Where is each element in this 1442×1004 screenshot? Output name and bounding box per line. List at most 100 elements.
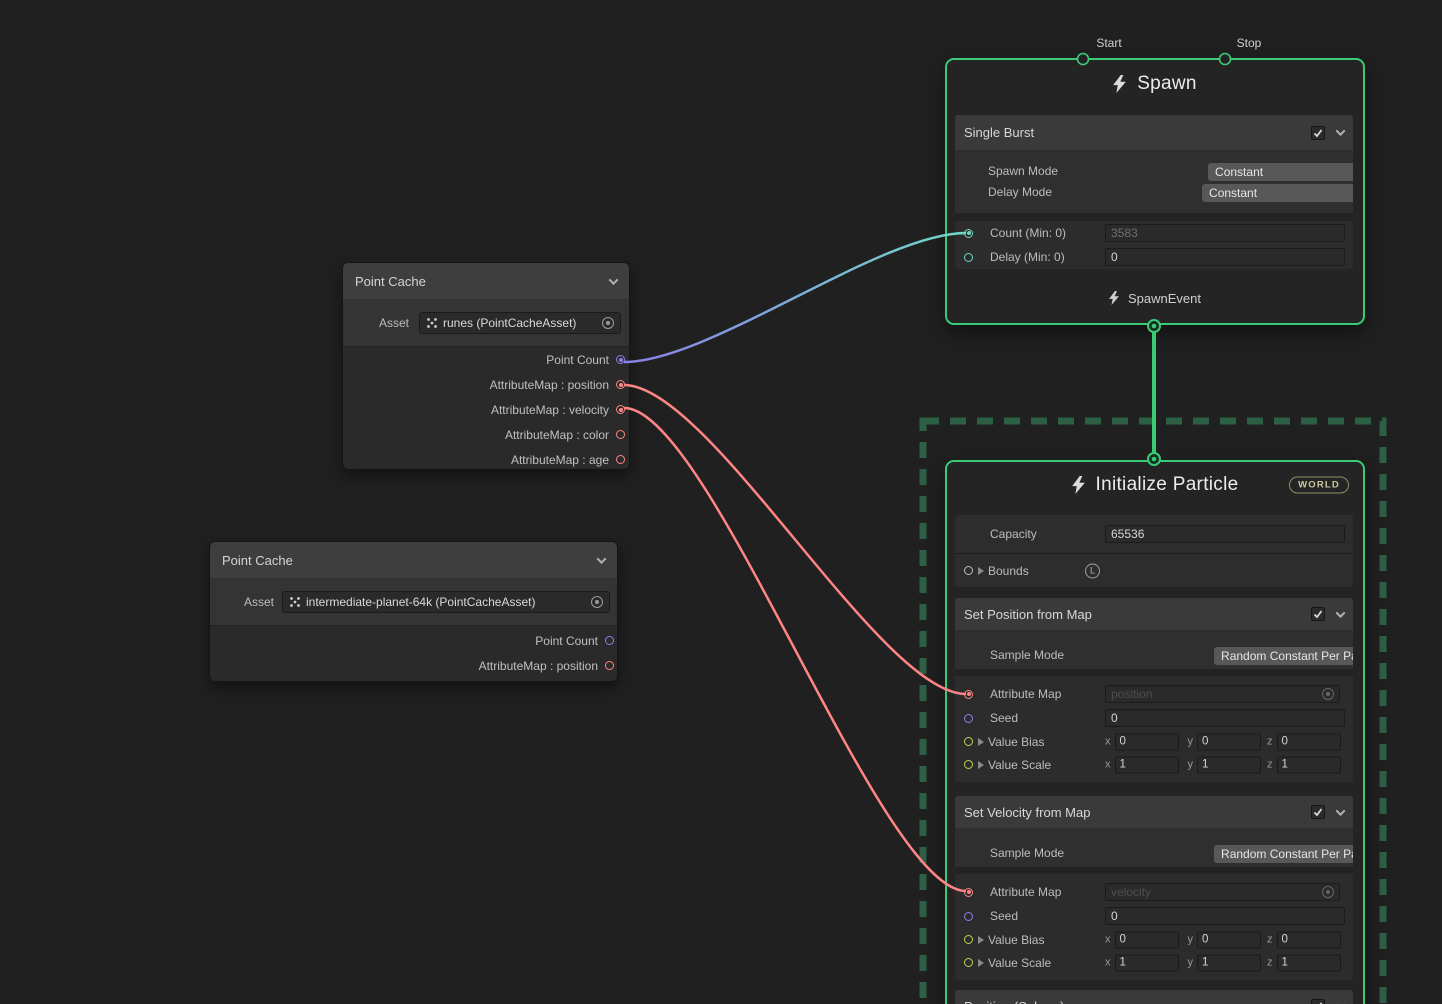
initialize-particle-context-node[interactable]: Initialize Particle WORLD Capacity 65536…: [945, 460, 1365, 1004]
seed-field[interactable]: 0: [1105, 709, 1345, 727]
bias-x-field[interactable]: 0: [1115, 931, 1179, 948]
seed-input-port[interactable]: [964, 714, 973, 723]
single-burst-block[interactable]: Single Burst Spawn Mode Constant: [955, 115, 1353, 269]
edge-attributemap-velocity[interactable]: [624, 408, 966, 891]
foldout-arrow-icon[interactable]: [978, 936, 984, 944]
sample-mode-dropdown[interactable]: Random Constant Per Particle: [1214, 845, 1353, 863]
capacity-field[interactable]: 65536: [1105, 525, 1345, 543]
attributemap-color-output-port[interactable]: [616, 430, 625, 439]
scale-z-field[interactable]: 1: [1277, 756, 1341, 773]
edge-attributemap-position[interactable]: [624, 385, 966, 694]
block-collapse-chevron-icon[interactable]: [1336, 126, 1346, 136]
object-picker-icon[interactable]: [602, 317, 614, 329]
collapse-chevron-icon[interactable]: [609, 275, 619, 285]
scale-y-field[interactable]: 1: [1197, 756, 1261, 773]
foldout-arrow-icon[interactable]: [978, 959, 984, 967]
point-cache-runes-header[interactable]: Point Cache: [343, 263, 629, 299]
value-bias-input-port[interactable]: [964, 935, 973, 944]
spawn-context-node[interactable]: Spawn Single Burst Spawn Mode Constant: [945, 58, 1365, 325]
foldout-arrow-icon[interactable]: [978, 761, 984, 769]
count-field[interactable]: 3583: [1105, 224, 1345, 242]
point-cache-planet-header[interactable]: Point Cache: [210, 542, 617, 578]
block-enabled-checkbox[interactable]: [1311, 805, 1325, 819]
edge-point-count-to-spawn-count[interactable]: [624, 233, 966, 362]
scale-x-field[interactable]: 1: [1115, 756, 1179, 773]
attribute-map-label: Attribute Map: [990, 687, 1061, 701]
bounds-row: Bounds L: [955, 554, 1353, 587]
attributemap-velocity-output-port[interactable]: [616, 405, 625, 414]
attributemap-age-output-port[interactable]: [616, 455, 625, 464]
vfx-graph-canvas[interactable]: Point Cache Asset runes (PointCacheAsset…: [0, 0, 1442, 1004]
block-enabled-checkbox[interactable]: [1311, 607, 1325, 621]
object-picker-icon[interactable]: [591, 596, 603, 608]
seed-field[interactable]: 0: [1105, 907, 1345, 925]
scale-y-field[interactable]: 1: [1197, 954, 1261, 971]
property-row: Count (Min: 0) 3583: [955, 221, 1353, 245]
scale-z-field[interactable]: 1: [1277, 954, 1341, 971]
delay-input-port[interactable]: [964, 253, 973, 262]
attributemap-position-output-port[interactable]: [616, 380, 625, 389]
bias-y-field[interactable]: 0: [1197, 931, 1261, 948]
collapse-chevron-icon[interactable]: [597, 554, 607, 564]
attribute-map-input-port[interactable]: [964, 888, 973, 897]
count-input-port[interactable]: [964, 229, 973, 238]
block-enabled-checkbox[interactable]: [1311, 126, 1325, 140]
sample-mode-dropdown[interactable]: Random Constant Per Particle: [1214, 647, 1353, 665]
set-velocity-from-map-block[interactable]: Set Velocity from Map Sample Mode Random…: [955, 796, 1353, 980]
single-burst-header[interactable]: Single Burst: [955, 115, 1353, 150]
set-position-from-map-block[interactable]: Set Position from Map Sample Mode Random…: [955, 598, 1353, 782]
axis-y-label: y: [1188, 934, 1194, 946]
block-section-divider: [955, 213, 1353, 221]
value-scale-input-port[interactable]: [964, 760, 973, 769]
object-picker-icon[interactable]: [1322, 688, 1334, 700]
initialize-title-bar[interactable]: Initialize Particle WORLD: [947, 462, 1363, 508]
block-collapse-chevron-icon[interactable]: [1336, 1000, 1346, 1004]
block-collapse-chevron-icon[interactable]: [1336, 806, 1346, 816]
block-section-divider: [955, 669, 1353, 676]
foldout-arrow-icon[interactable]: [978, 738, 984, 746]
output-port-label: AttributeMap : position: [490, 378, 609, 392]
bias-z-field[interactable]: 0: [1277, 931, 1341, 948]
block-header[interactable]: Position (Sphere): [955, 990, 1353, 1004]
object-picker-icon[interactable]: [1322, 886, 1334, 898]
axis-z-label: z: [1267, 759, 1273, 771]
bounds-foldout-arrow-icon[interactable]: [978, 567, 984, 575]
vector3-fields: x 1 y 1 z 1: [1105, 756, 1341, 773]
point-cache-asset-icon: [289, 596, 301, 608]
point-count-output-port[interactable]: [605, 636, 614, 645]
axis-y-label: y: [1188, 736, 1194, 748]
position-sphere-block[interactable]: Position (Sphere): [955, 990, 1353, 1004]
space-badge-world[interactable]: WORLD: [1289, 477, 1349, 494]
axis-y-label: y: [1188, 759, 1194, 771]
asset-object-field[interactable]: intermediate-planet-64k (PointCacheAsset…: [282, 591, 610, 613]
block-title: Single Burst: [964, 125, 1034, 140]
output-row: AttributeMap : velocity: [343, 397, 625, 422]
block-enabled-checkbox[interactable]: [1311, 999, 1325, 1004]
setting-row: Delay Mode Constant: [955, 181, 1353, 202]
value-scale-input-port[interactable]: [964, 958, 973, 967]
seed-input-port[interactable]: [964, 912, 973, 921]
bias-z-field[interactable]: 0: [1277, 733, 1341, 750]
sample-mode-value: Random Constant Per Particle: [1221, 649, 1353, 663]
attribute-map-field[interactable]: velocity: [1105, 883, 1340, 901]
attribute-map-input-port[interactable]: [964, 690, 973, 699]
spawn-mode-dropdown[interactable]: Constant: [1208, 163, 1353, 181]
point-cache-node-planet[interactable]: Point Cache Asset intermediate-planet-64…: [209, 541, 618, 682]
block-header[interactable]: Set Position from Map: [955, 598, 1353, 630]
bounds-input-port[interactable]: [964, 566, 973, 575]
attribute-map-field[interactable]: position: [1105, 685, 1340, 703]
attributemap-position-output-port[interactable]: [605, 661, 614, 670]
bounds-space-toggle[interactable]: L: [1085, 563, 1100, 578]
delay-field[interactable]: 0: [1105, 248, 1345, 266]
delay-mode-dropdown[interactable]: Constant: [1202, 184, 1353, 202]
point-count-output-port[interactable]: [616, 355, 625, 364]
block-header[interactable]: Set Velocity from Map: [955, 796, 1353, 828]
spawn-title-bar[interactable]: Spawn: [947, 60, 1363, 108]
asset-object-field[interactable]: runes (PointCacheAsset): [419, 312, 621, 334]
scale-x-field[interactable]: 1: [1115, 954, 1179, 971]
block-collapse-chevron-icon[interactable]: [1336, 608, 1346, 618]
bias-x-field[interactable]: 0: [1115, 733, 1179, 750]
point-cache-node-runes[interactable]: Point Cache Asset runes (PointCacheAsset…: [342, 262, 630, 470]
value-bias-input-port[interactable]: [964, 737, 973, 746]
bias-y-field[interactable]: 0: [1197, 733, 1261, 750]
